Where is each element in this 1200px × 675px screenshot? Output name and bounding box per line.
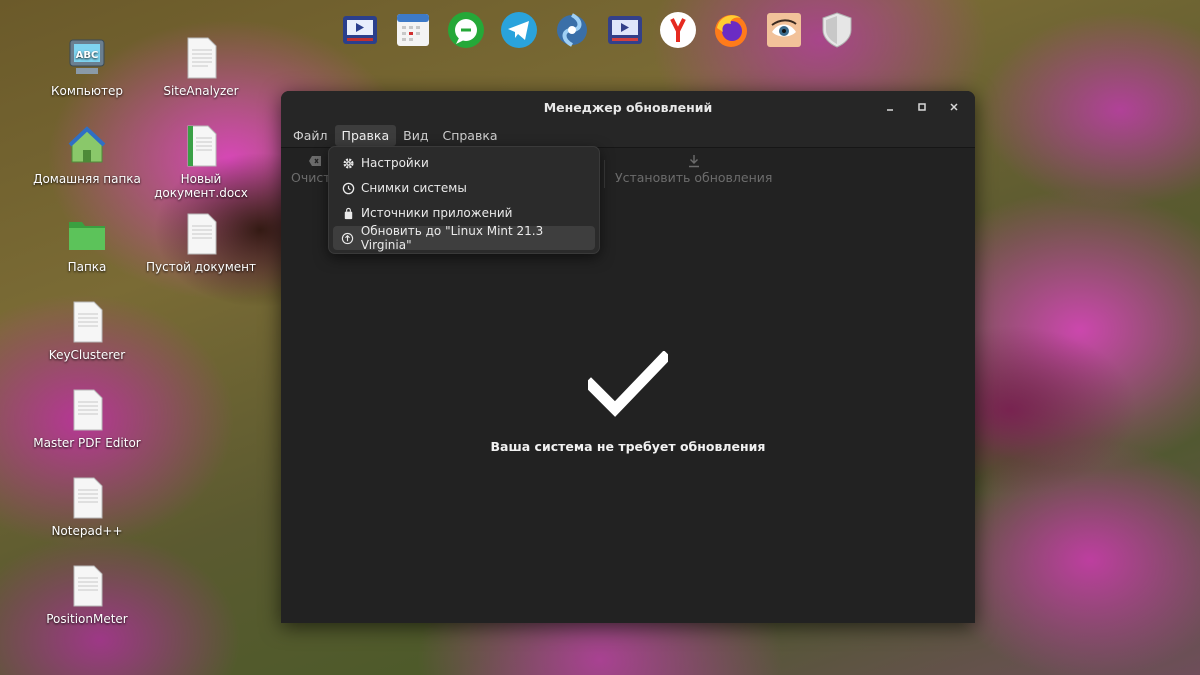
desktop-icon-empty-doc[interactable]: Пустой документ [146,212,256,274]
desktop-icon-label: Новый документ.docx [154,172,248,200]
desktop-icon-notepadpp[interactable]: Notepad++ [32,476,142,538]
menu-edit[interactable]: Правка [334,124,397,146]
calendar-icon[interactable] [391,8,434,51]
minimize-button[interactable] [877,97,903,117]
install-updates-label: Установить обновления [615,170,773,185]
bag-icon [341,206,355,220]
eye-app-icon[interactable] [762,8,805,51]
menu-item-label: Источники приложений [361,206,513,220]
shield-icon[interactable] [815,8,858,51]
titlebar[interactable]: Менеджер обновлений [281,91,975,123]
desktop-icon-keyclusterer[interactable]: KeyClusterer [32,300,142,362]
upgrade-icon [341,231,355,245]
desktop-icon-label: Master PDF Editor [33,436,141,450]
desktop-icon-label: SiteAnalyzer [163,84,239,98]
menu-item-label: Снимки системы [361,181,467,195]
clock-icon [341,181,355,195]
desktop-icon-label: Пустой документ [146,260,256,274]
menubar: Файл Правка Вид Справка [281,123,975,147]
menu-item-settings[interactable]: Настройки [333,151,595,175]
menu-view[interactable]: Вид [396,125,435,146]
menu-item-label: Настройки [361,156,429,170]
desktop-icon-label: KeyClusterer [48,348,126,362]
chat-icon[interactable] [444,8,487,51]
install-updates-button[interactable]: Установить обновления [615,154,772,185]
edit-menu-dropdown: Настройки Снимки системы Источники прило… [328,146,600,254]
status-area: Ваша система не требует обновления [281,351,975,454]
close-button[interactable] [941,97,967,117]
desktop-icon-new-docx[interactable]: Новый документ.docx [146,124,256,200]
window-title: Менеджер обновлений [543,99,713,115]
home-folder-icon [66,124,108,168]
menu-item-snapshots[interactable]: Снимки системы [333,176,595,200]
dock [338,8,858,51]
toolbar-divider [604,160,605,188]
close-icon [950,103,958,111]
desktop-icon-label: Компьютер [51,84,123,98]
desktop-icon-label: Домашняя папка [33,172,141,186]
checkmark-icon [588,351,668,417]
desktop-icon-positionmeter[interactable]: PositionMeter [32,564,142,626]
menu-help[interactable]: Справка [435,125,504,146]
folder-icon [66,212,108,256]
desktop: ABC Компьютер SiteAnalyzer Домашняя папк… [0,0,1200,675]
yandex-browser-icon[interactable] [656,8,699,51]
desktop-icon-label: Папка [67,260,107,274]
document-icon [66,300,108,344]
computer-icon: ABC [66,36,108,80]
docx-icon [180,124,222,168]
desktop-icon-home[interactable]: Домашняя папка [32,124,142,186]
document-icon [66,476,108,520]
status-message: Ваша система не требует обновления [490,439,766,454]
maximize-button[interactable] [909,97,935,117]
menu-item-label: Обновить до "Linux Mint 21.3 Virginia" [360,224,544,252]
telegram-icon[interactable] [497,8,540,51]
desktop-icon-folder[interactable]: Папка [32,212,142,274]
document-icon [66,564,108,608]
menu-file[interactable]: Файл [286,125,335,146]
backspace-icon [308,156,321,166]
maximize-icon [918,103,926,111]
document-icon [180,212,222,256]
firefox-icon[interactable] [709,8,752,51]
svg-text:ABC: ABC [76,50,99,61]
desktop-icon-siteanalyzer[interactable]: SiteAnalyzer [146,36,256,98]
desktop-icon-master-pdf[interactable]: Master PDF Editor [32,388,142,450]
desktop-icon-computer[interactable]: ABC Компьютер [32,36,142,98]
swirl-app-icon[interactable] [550,8,593,51]
download-icon [688,155,699,168]
minimize-icon [887,109,893,111]
desktop-icon-label: PositionMeter [46,612,128,626]
menu-item-upgrade[interactable]: Обновить до "Linux Mint 21.3 Virginia" [333,224,595,252]
video-player-icon[interactable] [338,8,381,51]
gear-icon [341,156,355,170]
window-controls [877,97,967,117]
menu-item-software-sources[interactable]: Источники приложений [333,201,595,225]
desktop-icon-label: Notepad++ [51,524,123,538]
video-editor-icon[interactable] [603,8,646,51]
document-icon [180,36,222,80]
document-icon [66,388,108,432]
